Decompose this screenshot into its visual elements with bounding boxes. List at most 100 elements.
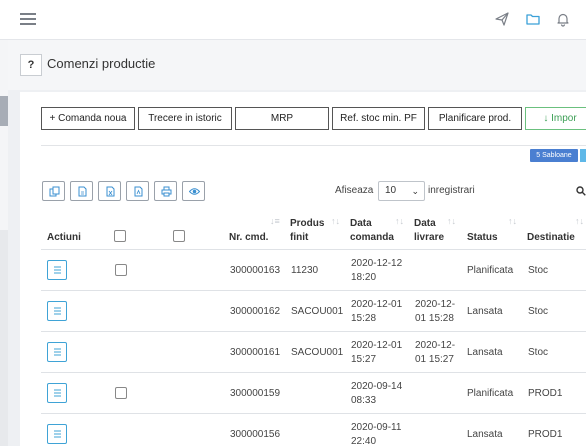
col-header-data-livrare[interactable]: Data xyxy=(414,217,436,231)
chevron-down-icon: ⌄ xyxy=(411,186,419,196)
cell-destinatie: PROD1 xyxy=(528,388,563,399)
col-header-produs[interactable]: Produs xyxy=(290,217,324,231)
row-actions-button[interactable] xyxy=(47,301,67,321)
col-header-produs-line2: finit xyxy=(290,232,309,243)
templates-extra-button[interactable] xyxy=(580,149,586,162)
bell-icon[interactable] xyxy=(555,11,571,27)
mrp-button[interactable]: MRP xyxy=(235,107,329,130)
cell-destinatie: PROD1 xyxy=(528,429,563,440)
cell-data-comanda: 2020-09-14 xyxy=(351,381,403,392)
row-divider xyxy=(41,413,586,414)
cell-destinatie: Stoc xyxy=(528,347,549,358)
min-stock-ref-button[interactable]: Ref. stoc min. PF xyxy=(332,107,425,130)
cell-data-comanda-time: 18:20 xyxy=(351,272,377,283)
row-actions-button[interactable] xyxy=(47,260,67,280)
page-size-value: 10 xyxy=(385,185,397,196)
pdf-icon xyxy=(134,186,143,197)
cell-data-comanda: 2020-12-12 xyxy=(351,258,403,269)
cell-data-comanda-time: 15:28 xyxy=(351,313,377,324)
cell-destinatie: Stoc xyxy=(528,265,549,276)
sidebar-lower-panel xyxy=(0,230,8,446)
copy-icon xyxy=(49,186,60,197)
move-to-history-button[interactable]: Trecere in istoric xyxy=(138,107,232,130)
cell-produs: SACOU001 xyxy=(291,347,344,358)
cell-status: Lansata xyxy=(467,306,503,317)
row-divider xyxy=(41,290,586,291)
sidebar-active-marker xyxy=(0,96,8,126)
cell-destinatie: Stoc xyxy=(528,306,549,317)
excel-button[interactable] xyxy=(98,181,121,201)
cell-data-comanda: 2020-12-01 xyxy=(351,340,403,351)
cell-status: Lansata xyxy=(467,429,503,440)
sort-icon[interactable]: ↑↓ xyxy=(395,216,404,226)
import-button[interactable]: ↓ Impor xyxy=(525,107,586,130)
csv-button[interactable] xyxy=(70,181,93,201)
cell-data-livrare: 2020-12- xyxy=(415,340,456,351)
page-size-select[interactable]: 10 ⌄ xyxy=(378,181,425,201)
cell-data-comanda: 2020-12-01 xyxy=(351,299,403,310)
help-button[interactable]: ? xyxy=(20,54,42,76)
print-button[interactable] xyxy=(154,181,177,201)
show-label: Afiseaza xyxy=(335,185,374,196)
send-icon[interactable] xyxy=(494,11,510,27)
list-icon xyxy=(54,430,61,438)
templates-button[interactable]: 5 Sabloane xyxy=(530,149,578,162)
col-header-actions: Actiuni xyxy=(47,232,81,243)
divider xyxy=(41,145,586,146)
cell-produs: SACOU001 xyxy=(291,306,344,317)
cell-data-livrare-time: 01 15:27 xyxy=(415,354,454,365)
cell-status: Lansata xyxy=(467,347,503,358)
sort-icon[interactable]: ↓≡ xyxy=(270,216,280,226)
sort-icon[interactable]: ↑↓ xyxy=(331,216,340,226)
cell-data-comanda-time: 22:40 xyxy=(351,436,377,446)
production-planning-button[interactable]: Planificare prod. xyxy=(428,107,522,130)
col-header-destinatie[interactable]: Destinatie xyxy=(527,231,575,245)
copy-button[interactable] xyxy=(42,181,65,201)
pdf-button[interactable] xyxy=(126,181,149,201)
cell-data-comanda-time: 15:27 xyxy=(351,354,377,365)
cell-nr-cmd[interactable]: 300000161 xyxy=(230,346,280,360)
new-order-button[interactable]: + Comanda noua xyxy=(41,107,135,130)
excel-icon xyxy=(106,186,115,197)
cell-data-livrare-time: 01 15:28 xyxy=(415,313,454,324)
cell-nr-cmd[interactable]: 300000163 xyxy=(230,264,280,278)
sort-icon[interactable]: ↑↓ xyxy=(508,216,517,226)
cell-nr-cmd[interactable]: 300000162 xyxy=(230,305,280,319)
cell-data-comanda: 2020-09-11 xyxy=(351,422,402,433)
cell-status: Planificata xyxy=(467,265,514,276)
cell-nr-cmd[interactable]: 300000156 xyxy=(230,428,280,442)
cell-nr-cmd[interactable]: 300000159 xyxy=(230,387,280,401)
row-actions-button[interactable] xyxy=(47,383,67,403)
cell-produs: 11230 xyxy=(291,265,319,276)
header-divider xyxy=(41,249,586,250)
cell-data-comanda-time: 08:33 xyxy=(351,395,377,406)
csv-icon xyxy=(78,186,87,197)
row-divider xyxy=(41,372,586,373)
col-header-data-livrare-line2: livrare xyxy=(414,232,445,243)
row-actions-button[interactable] xyxy=(47,424,67,444)
search-icon[interactable] xyxy=(576,186,586,196)
select-all-checkbox-2[interactable] xyxy=(173,230,185,242)
list-icon xyxy=(54,266,61,274)
folder-icon[interactable] xyxy=(525,11,541,27)
col-header-status[interactable]: Status xyxy=(467,231,498,245)
row-actions-button[interactable] xyxy=(47,342,67,362)
top-bar xyxy=(0,0,586,40)
records-label: inregistrari xyxy=(428,185,475,196)
list-icon xyxy=(54,348,61,356)
print-icon xyxy=(161,186,172,197)
eye-icon xyxy=(189,188,200,195)
list-icon xyxy=(54,389,61,397)
select-all-checkbox[interactable] xyxy=(114,230,126,242)
row-checkbox[interactable] xyxy=(115,264,127,276)
col-header-data-comanda-line2: comanda xyxy=(350,232,394,243)
sort-icon[interactable]: ↑↓ xyxy=(447,216,456,226)
view-columns-button[interactable] xyxy=(182,181,205,201)
row-divider xyxy=(41,331,586,332)
menu-icon[interactable] xyxy=(20,13,36,25)
row-checkbox[interactable] xyxy=(115,387,127,399)
col-header-nr-cmd[interactable]: Nr. cmd. xyxy=(229,231,268,245)
page-title: Comenzi productie xyxy=(47,56,156,71)
sort-icon[interactable]: ↑↓ xyxy=(575,216,584,226)
col-header-data-comanda[interactable]: Data xyxy=(350,217,372,231)
